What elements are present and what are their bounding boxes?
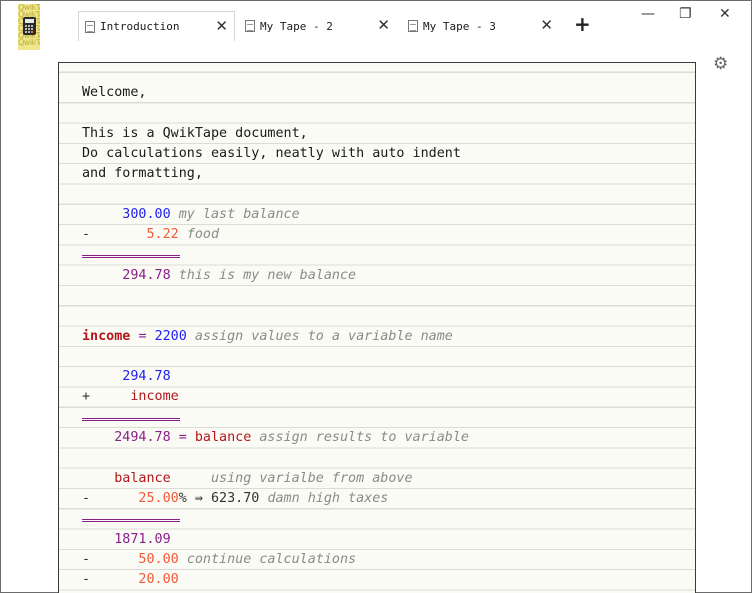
text-line: This is a QwikTape document, [82,124,469,144]
equals-sign: = [178,430,187,446]
number-value: 300.00 [82,206,171,222]
tab-introduction[interactable]: Introduction ✕ [78,11,235,41]
calc-line: 300.00 my last balance [82,205,469,225]
variable-name: income [82,328,131,344]
equals-sign: = [138,328,147,344]
operator: - [82,551,91,567]
operator: - [82,227,91,243]
number-value: 20.00 [90,572,179,588]
comment: my last balance [178,206,300,222]
empty-line [82,184,469,204]
calc-line: 294.78 [82,367,469,387]
total-separator [82,519,180,523]
app-window: QwikTape QwikTape QwikTape QwikTape Qwik… [0,0,752,593]
text-line: Welcome, [82,83,469,103]
calc-line: 294.78 this is my new balance [82,266,469,286]
tab-label: My Tape - 3 [423,19,496,33]
tape-lines: Welcome, This is a QwikTape document, Do… [82,83,469,590]
variable-name: balance [194,430,252,446]
operator: - [82,490,91,506]
result-value: 2494.78 [82,430,171,446]
calc-line: - 20.00 [82,570,469,590]
document-icon [85,20,95,33]
number-value: 25.00 [90,490,179,506]
variable-ref: income [90,389,179,405]
total-separator [82,417,180,421]
empty-line [82,103,469,123]
calc-line: + income [82,387,469,407]
close-icon[interactable]: ✕ [377,18,390,33]
add-tab-icon[interactable]: + [574,14,591,34]
document-icon [408,20,418,32]
operator: + [82,389,91,405]
number-value: 2200 [154,328,187,344]
comment: damn high taxes [267,490,389,506]
tab-label: Introduction [100,20,180,33]
gear-icon[interactable]: ⚙ [713,56,728,73]
maximize-icon[interactable]: ❐ [679,7,692,21]
text-line: and formatting, [82,164,469,184]
variable-ref: balance [82,470,171,486]
calc-line: 1871.09 [82,530,469,550]
total-separator-line [82,245,469,265]
total-separator-line [82,408,469,428]
line-text: Welcome, [82,85,147,100]
calc-line: - 50.00 continue calculations [82,550,469,570]
close-window-icon[interactable]: ✕ [719,7,731,21]
calc-line: - 25.00% ⇛ 623.70 damn high taxes [82,489,469,509]
calc-line: income = 2200 assign values to a variabl… [82,327,469,347]
tab-my-tape-3[interactable]: My Tape - 3 ✕ [402,11,559,41]
empty-line [82,347,469,367]
close-icon[interactable]: ✕ [540,18,553,33]
tape-document[interactable]: Welcome, This is a QwikTape document, Do… [58,62,696,593]
comment: food [186,227,220,243]
empty-line [82,448,469,468]
number-value: 294.78 [82,369,171,385]
line-text: and formatting, [82,166,203,182]
qwiktape-app-icon: QwikTape QwikTape QwikTape QwikTape Qwik… [18,4,40,50]
line-text: This is a QwikTape document, [82,125,308,141]
empty-line [82,286,469,306]
minimize-icon[interactable]: — [641,7,655,21]
computed-value: 623.70 [211,490,260,506]
number-value: 50.00 [90,551,179,567]
calculator-icon [23,17,36,35]
comment: assign results to variable [259,430,469,446]
percent-sign: % [178,490,187,506]
text-line: Do calculations easily, neatly with auto… [82,144,469,164]
calc-line: 2494.78 = balance assign results to vari… [82,428,469,448]
close-icon[interactable]: ✕ [215,19,228,34]
number-value: 5.22 [90,227,179,243]
result-value: 294.78 [82,267,171,283]
tab-label: My Tape - 2 [260,19,333,33]
comment: using varialbe from above [211,470,413,486]
arrow-icon: ⇛ [194,490,203,506]
comment: this is my new balance [178,267,357,283]
result-value: 1871.09 [82,531,171,547]
comment: assign values to a variable name [194,328,453,344]
line-text: Do calculations easily, neatly with auto… [82,145,461,161]
calc-line: - 5.22 food [82,225,469,245]
calc-line: balance using varialbe from above [82,469,469,489]
comment: continue calculations [186,551,357,567]
document-icon [245,20,255,32]
total-separator-line [82,509,469,529]
empty-line [82,306,469,326]
total-separator [82,255,180,259]
tab-my-tape-2[interactable]: My Tape - 2 ✕ [239,11,396,41]
operator: - [82,572,91,588]
tab-bar: QwikTape QwikTape QwikTape QwikTape Qwik… [1,1,751,50]
